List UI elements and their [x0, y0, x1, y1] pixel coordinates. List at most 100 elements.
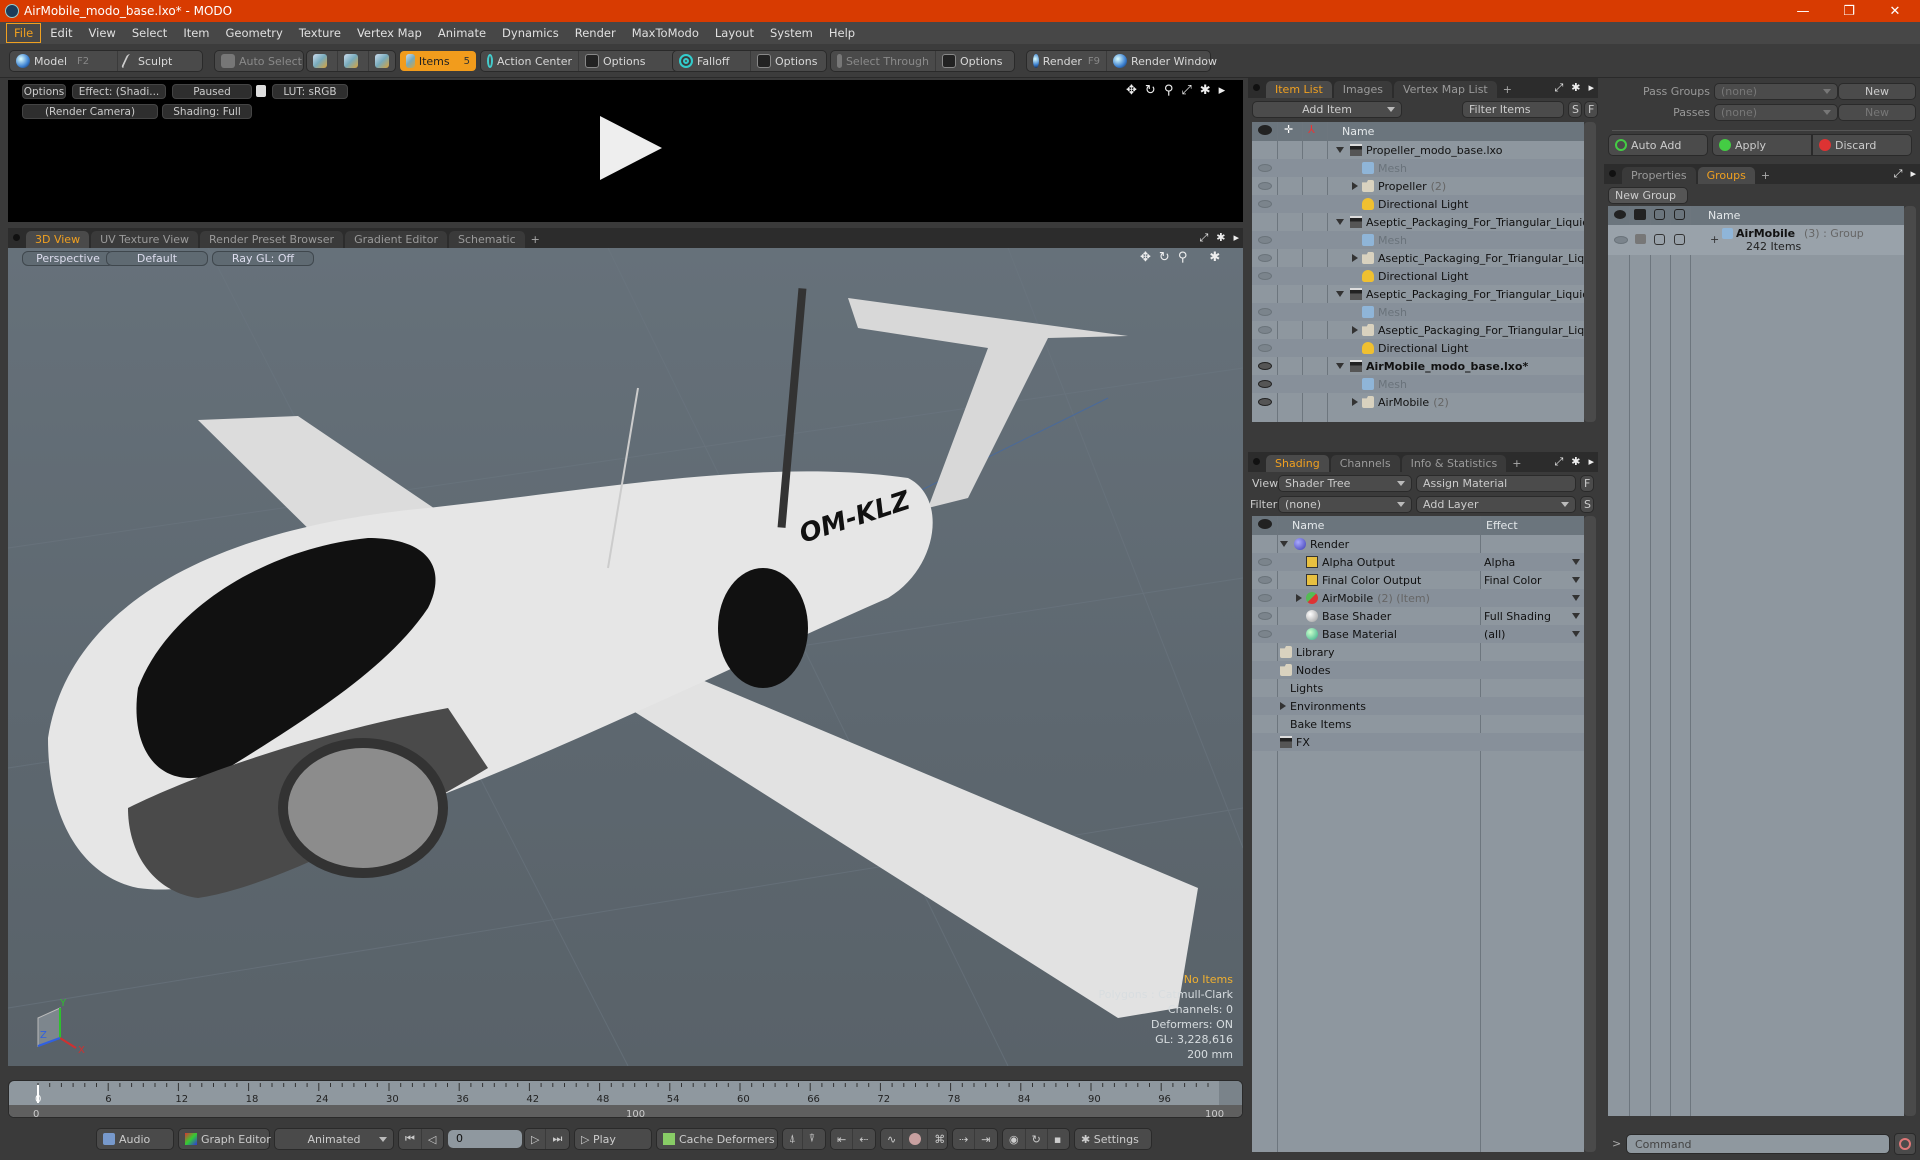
- groups-scrollbar[interactable]: [1904, 206, 1916, 1116]
- visibility-eye-icon[interactable]: [1258, 308, 1272, 316]
- expand-right-icon[interactable]: [1352, 398, 1358, 406]
- visibility-eye-icon[interactable]: [1258, 344, 1272, 352]
- preview-lut-dropdown[interactable]: LUT: sRGB: [272, 84, 348, 99]
- preview-options-button[interactable]: Options: [22, 84, 66, 99]
- polygons-mode-button[interactable]: [369, 51, 400, 71]
- visibility-eye-icon[interactable]: [1614, 236, 1628, 244]
- key-loop-button[interactable]: ↻: [1026, 1129, 1048, 1149]
- visibility-eye-icon[interactable]: [1258, 254, 1272, 262]
- menu-layout[interactable]: Layout: [708, 24, 761, 42]
- effect-dropdown-icon[interactable]: [1572, 595, 1580, 601]
- timeline[interactable]: 06121824303642485460667278849096 0 100 1…: [8, 1080, 1243, 1118]
- tree-row[interactable]: Final Color Output Final Color: [1252, 571, 1584, 589]
- gear-icon[interactable]: ✱: [1209, 250, 1220, 265]
- pan-icon[interactable]: ✥: [1140, 250, 1151, 265]
- shading-f-button[interactable]: F: [1580, 475, 1594, 492]
- record-macro-button[interactable]: [1894, 1133, 1916, 1155]
- menu-maxtomodo[interactable]: MaxToModo: [625, 24, 706, 42]
- visibility-eye-icon[interactable]: [1258, 164, 1272, 172]
- zoom-icon[interactable]: ⚲: [1178, 250, 1188, 265]
- chevron-right-icon[interactable]: ▸: [1588, 455, 1594, 469]
- effect-cell[interactable]: (all): [1484, 628, 1505, 641]
- view-dropdown[interactable]: Shader Tree: [1278, 475, 1412, 492]
- sculpt-mode-button[interactable]: Sculpt: [118, 51, 178, 71]
- pan-icon[interactable]: ✥: [1126, 83, 1137, 98]
- action-center-button[interactable]: Action Center: [481, 51, 579, 71]
- expand-right-icon[interactable]: [1352, 254, 1358, 262]
- key-view-button[interactable]: ◉: [1003, 1129, 1026, 1149]
- rotate-icon[interactable]: ↻: [1145, 83, 1156, 98]
- play-button[interactable]: ▷ Play: [575, 1129, 622, 1149]
- menu-edit[interactable]: Edit: [43, 24, 79, 42]
- visibility-eye-icon[interactable]: [1258, 362, 1272, 370]
- menu-texture[interactable]: Texture: [292, 24, 348, 42]
- go-to-end-button[interactable]: ⏭: [546, 1129, 568, 1149]
- tree-row[interactable]: AirMobile_modo_base.lxo*: [1252, 357, 1584, 375]
- graph-editor-button[interactable]: Graph Editor: [179, 1129, 277, 1149]
- auto-key-button[interactable]: ⌘: [928, 1129, 951, 1149]
- visibility-eye-icon[interactable]: [1258, 182, 1272, 190]
- expand-right-icon[interactable]: [1280, 702, 1286, 710]
- go-to-start-button[interactable]: ⏮: [399, 1129, 422, 1149]
- current-frame-input[interactable]: 0: [448, 1130, 522, 1148]
- effect-dropdown-icon[interactable]: [1572, 631, 1580, 637]
- add-tab-button[interactable]: +: [1757, 167, 1774, 184]
- key-select-button[interactable]: ▪: [1048, 1129, 1067, 1149]
- effect-cell[interactable]: Full Shading: [1484, 610, 1551, 623]
- rotate-icon[interactable]: ↻: [1159, 250, 1170, 265]
- expand-right-icon[interactable]: [1352, 182, 1358, 190]
- visibility-eye-icon[interactable]: [1258, 594, 1272, 602]
- menu-item[interactable]: Item: [176, 24, 216, 42]
- prev-key-button[interactable]: ⇠: [853, 1129, 874, 1149]
- menu-dynamics[interactable]: Dynamics: [495, 24, 566, 42]
- command-input[interactable]: Command: [1626, 1134, 1890, 1154]
- visibility-eye-icon[interactable]: [1258, 236, 1272, 244]
- menu-file[interactable]: File: [6, 23, 42, 43]
- next-key-button[interactable]: ▷: [525, 1129, 547, 1149]
- tree-row[interactable]: Aseptic_Packaging_For_Triangular_Liquid_…: [1252, 285, 1584, 303]
- effect-cell[interactable]: Alpha: [1484, 556, 1515, 569]
- lock-icon[interactable]: [256, 85, 266, 97]
- next-key-nav-button[interactable]: ⇢: [953, 1129, 976, 1149]
- gear-icon[interactable]: ✱: [1200, 83, 1211, 98]
- tab-groups[interactable]: Groups: [1697, 167, 1755, 184]
- tree-row[interactable]: Mesh: [1252, 303, 1584, 321]
- render-window-button[interactable]: Render Window: [1107, 51, 1223, 71]
- select-through-button[interactable]: Select Through: [831, 51, 936, 71]
- tree-row[interactable]: Propeller (2): [1252, 177, 1584, 195]
- effect-dropdown-icon[interactable]: [1572, 613, 1580, 619]
- tab-render-preset-browser[interactable]: Render Preset Browser: [200, 231, 344, 248]
- falloff-options-button[interactable]: Options: [751, 51, 823, 71]
- menu-select[interactable]: Select: [125, 24, 174, 42]
- tree-row[interactable]: Directional Light: [1252, 267, 1584, 285]
- effect-dropdown-icon[interactable]: [1572, 559, 1580, 565]
- expand-right-icon[interactable]: [1352, 326, 1358, 334]
- gear-icon[interactable]: ✱: [1571, 455, 1580, 469]
- visibility-eye-icon[interactable]: [1258, 576, 1272, 584]
- play-render-icon[interactable]: [600, 116, 662, 180]
- shading-style-dropdown[interactable]: Default: [106, 251, 208, 266]
- auto-select-button[interactable]: Auto Select: [215, 51, 308, 71]
- filter-items-input[interactable]: Filter Items: [1462, 101, 1564, 118]
- tab-schematic[interactable]: Schematic: [449, 231, 525, 248]
- select-through-options-button[interactable]: Options: [936, 51, 1008, 71]
- raygl-dropdown[interactable]: Ray GL: Off: [212, 251, 314, 266]
- last-key-button[interactable]: ⇥: [975, 1129, 996, 1149]
- add-tab-button[interactable]: +: [1508, 455, 1525, 472]
- add-tab-button[interactable]: +: [527, 231, 544, 248]
- falloff-button[interactable]: Falloff: [673, 51, 751, 71]
- maximize-icon[interactable]: ⤢: [1554, 455, 1563, 469]
- gear-icon[interactable]: ✱: [1216, 231, 1225, 245]
- first-key-button[interactable]: ⇤: [831, 1129, 854, 1149]
- chevron-right-icon[interactable]: ▸: [1219, 83, 1226, 98]
- tree-row[interactable]: Aseptic_Packaging_For_Triangular_Liqui..…: [1252, 249, 1584, 267]
- add-item-dropdown[interactable]: Add Item: [1252, 101, 1402, 118]
- tree-row[interactable]: Mesh: [1252, 375, 1584, 393]
- tab-gradient-editor[interactable]: Gradient Editor: [345, 231, 447, 248]
- chevron-right-icon[interactable]: ▸: [1588, 81, 1594, 95]
- model-mode-button[interactable]: Model F2: [10, 51, 118, 71]
- expand-down-icon[interactable]: [1336, 363, 1344, 369]
- gear-icon[interactable]: ✱: [1571, 81, 1580, 95]
- menu-vertex-map[interactable]: Vertex Map: [350, 24, 429, 42]
- expand-right-icon[interactable]: [1296, 594, 1302, 602]
